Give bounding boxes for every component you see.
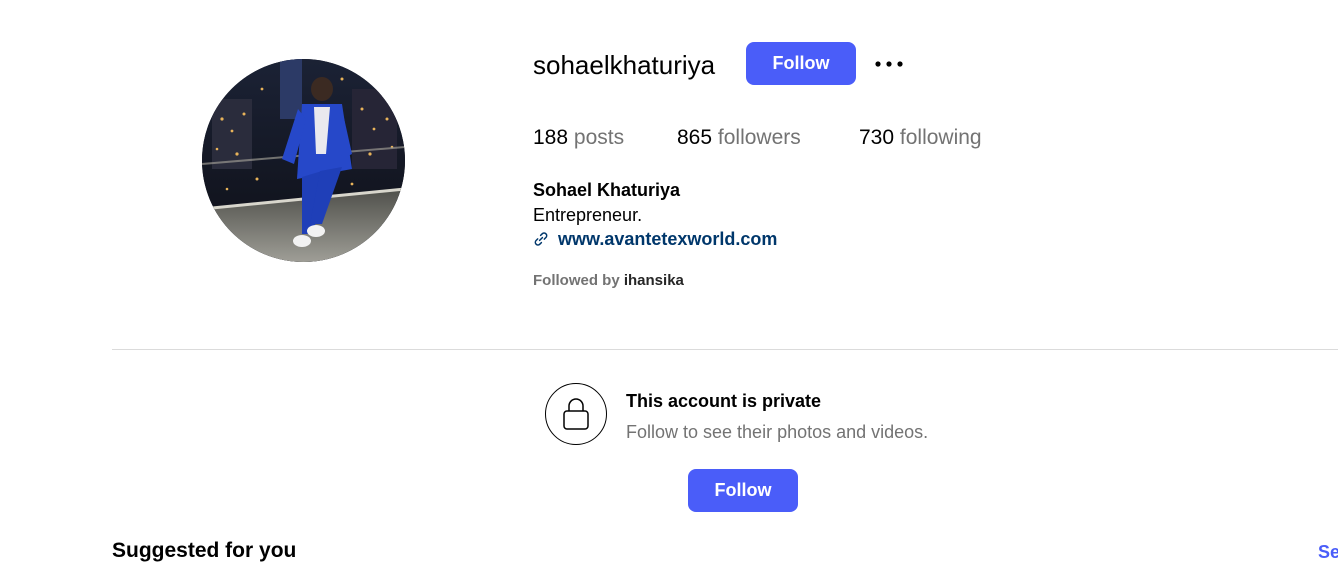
profile-bio: Entrepreneur.	[533, 205, 643, 225]
profile-avatar[interactable]	[202, 59, 405, 262]
posts-count-label: posts	[573, 126, 625, 149]
website-link-text: www.avantetexworld.com	[558, 228, 778, 249]
private-follow-button[interactable]: Follow	[688, 469, 798, 512]
more-options-icon	[875, 61, 903, 67]
lock-icon	[563, 398, 589, 430]
following-count-value: 730	[859, 126, 895, 149]
see-all-link[interactable]: Se	[1318, 540, 1338, 564]
website-link[interactable]: www.avantetexworld.com	[533, 227, 777, 251]
section-divider	[112, 349, 1338, 350]
profile-username: sohaelkhaturiya	[533, 50, 716, 80]
posts-count-value: 188	[533, 126, 569, 149]
avatar-photo	[202, 59, 405, 262]
posts-count: 188 posts	[533, 124, 624, 152]
private-account-title: This account is private	[626, 391, 822, 411]
followers-count-value: 865	[677, 126, 713, 149]
more-options-button[interactable]	[871, 50, 907, 78]
followed-by-user-link[interactable]: ihansika	[624, 272, 684, 289]
lock-icon-badge	[545, 383, 607, 445]
followed-by: Followed by ihansika	[533, 271, 684, 291]
following-link[interactable]: 730 following	[859, 124, 982, 152]
link-icon	[534, 232, 548, 246]
suggested-for-you-heading: Suggested for you	[112, 539, 297, 562]
follow-button[interactable]: Follow	[746, 42, 856, 85]
followers-link[interactable]: 865 followers	[677, 124, 801, 152]
followed-by-prefix: Followed by	[533, 272, 620, 289]
private-account-subtitle: Follow to see their photos and videos.	[626, 422, 929, 442]
profile-full-name: Sohael Khaturiya	[533, 180, 681, 200]
following-count-label: following	[899, 126, 982, 149]
followers-count-label: followers	[717, 126, 801, 149]
